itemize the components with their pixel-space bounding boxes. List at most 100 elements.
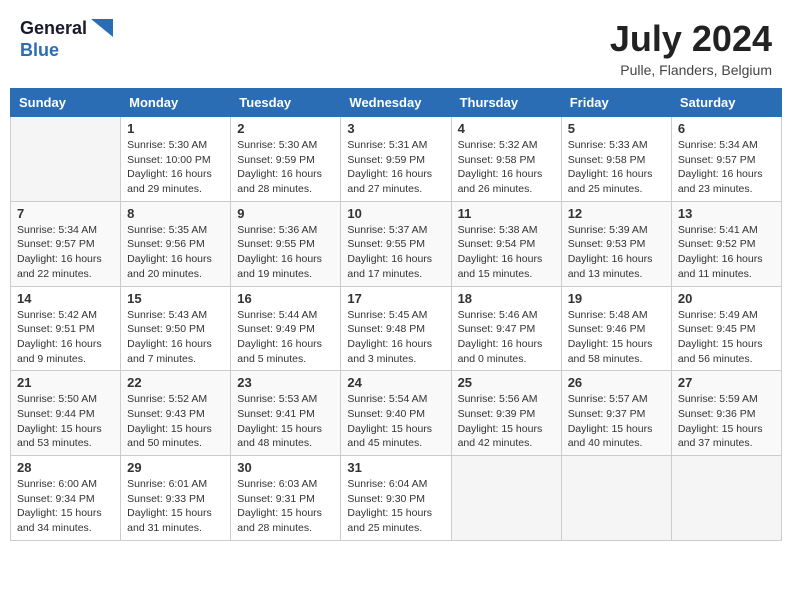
day-info: Sunrise: 6:03 AM Sunset: 9:31 PM Dayligh… [237,477,334,536]
day-info: Sunrise: 5:48 AM Sunset: 9:46 PM Dayligh… [568,308,665,367]
day-info: Sunrise: 5:50 AM Sunset: 9:44 PM Dayligh… [17,392,114,451]
title-block: July 2024 Pulle, Flanders, Belgium [610,18,772,78]
day-info: Sunrise: 5:42 AM Sunset: 9:51 PM Dayligh… [17,308,114,367]
day-number: 24 [347,375,444,390]
day-info: Sunrise: 5:49 AM Sunset: 9:45 PM Dayligh… [678,308,775,367]
table-row: 28Sunrise: 6:00 AM Sunset: 9:34 PM Dayli… [11,456,121,541]
logo: General Blue [20,18,113,61]
location: Pulle, Flanders, Belgium [610,62,772,78]
day-info: Sunrise: 5:53 AM Sunset: 9:41 PM Dayligh… [237,392,334,451]
day-info: Sunrise: 5:38 AM Sunset: 9:54 PM Dayligh… [458,223,555,282]
day-number: 9 [237,206,334,221]
day-info: Sunrise: 5:59 AM Sunset: 9:36 PM Dayligh… [678,392,775,451]
day-info: Sunrise: 5:34 AM Sunset: 9:57 PM Dayligh… [17,223,114,282]
day-info: Sunrise: 5:57 AM Sunset: 9:37 PM Dayligh… [568,392,665,451]
table-row: 9 Sunrise: 5:36 AM Sunset: 9:55 PM Daylig… [231,201,341,286]
table-row: 15 Sunrise: 5:43 AM Sunset: 9:50 PM Dayli… [121,286,231,371]
calendar-table: Sunday Monday Tuesday Wednesday Thursday… [10,88,782,541]
table-row: 21 Sunrise: 5:50 AM Sunset: 9:44 PM Dayli… [11,371,121,456]
table-row: 26 Sunrise: 5:57 AM Sunset: 9:37 PM Dayli… [561,371,671,456]
day-number: 4 [458,121,555,136]
table-row: 12 Sunrise: 5:39 AM Sunset: 9:53 PM Dayli… [561,201,671,286]
day-info: Sunrise: 5:36 AM Sunset: 9:55 PM Dayligh… [237,223,334,282]
day-info: Sunrise: 5:30 AM Sunset: 10:00 PM Daylig… [127,138,224,197]
table-row [451,456,561,541]
day-number: 27 [678,375,775,390]
day-info: Sunrise: 5:37 AM Sunset: 9:55 PM Dayligh… [347,223,444,282]
day-number: 18 [458,291,555,306]
day-number: 29 [127,460,224,475]
table-row: 29 Sunrise: 6:01 AM Sunset: 9:33 PM Dayli… [121,456,231,541]
day-info: Sunrise: 6:01 AM Sunset: 9:33 PM Dayligh… [127,477,224,536]
day-number: 10 [347,206,444,221]
day-number: 17 [347,291,444,306]
day-number: 25 [458,375,555,390]
day-number: 5 [568,121,665,136]
day-number: 2 [237,121,334,136]
day-info: Sunrise: 5:31 AM Sunset: 9:59 PM Dayligh… [347,138,444,197]
day-info: Sunrise: 5:39 AM Sunset: 9:53 PM Dayligh… [568,223,665,282]
table-row: 31 Sunrise: 6:04 AM Sunset: 9:30 PM Dayli… [341,456,451,541]
table-row: 22Sunrise: 5:52 AM Sunset: 9:43 PM Dayli… [121,371,231,456]
table-row: 16Sunrise: 5:44 AM Sunset: 9:49 PM Dayli… [231,286,341,371]
table-row [671,456,781,541]
day-number: 12 [568,206,665,221]
day-number: 3 [347,121,444,136]
calendar-week-3: 14 Sunrise: 5:42 AM Sunset: 9:51 PM Dayli… [11,286,782,371]
table-row: 19 Sunrise: 5:48 AM Sunset: 9:46 PM Dayli… [561,286,671,371]
table-row [11,117,121,202]
day-number: 16 [237,291,334,306]
day-info: Sunrise: 6:04 AM Sunset: 9:30 PM Dayligh… [347,477,444,536]
table-row: 20Sunrise: 5:49 AM Sunset: 9:45 PM Dayli… [671,286,781,371]
table-row: 2 Sunrise: 5:30 AM Sunset: 9:59 PM Daylig… [231,117,341,202]
calendar-week-2: 7Sunrise: 5:34 AM Sunset: 9:57 PM Daylig… [11,201,782,286]
day-number: 1 [127,121,224,136]
calendar-week-1: 1 Sunrise: 5:30 AM Sunset: 10:00 PM Dayli… [11,117,782,202]
day-info: Sunrise: 5:32 AM Sunset: 9:58 PM Dayligh… [458,138,555,197]
table-row: 27 Sunrise: 5:59 AM Sunset: 9:36 PM Dayli… [671,371,781,456]
day-number: 6 [678,121,775,136]
day-number: 13 [678,206,775,221]
day-number: 14 [17,291,114,306]
table-row: 1 Sunrise: 5:30 AM Sunset: 10:00 PM Dayli… [121,117,231,202]
day-info: Sunrise: 5:30 AM Sunset: 9:59 PM Dayligh… [237,138,334,197]
table-row: 7Sunrise: 5:34 AM Sunset: 9:57 PM Daylig… [11,201,121,286]
table-row: 30Sunrise: 6:03 AM Sunset: 9:31 PM Dayli… [231,456,341,541]
table-row: 17 Sunrise: 5:45 AM Sunset: 9:48 PM Dayli… [341,286,451,371]
table-row: 25 Sunrise: 5:56 AM Sunset: 9:39 PM Dayli… [451,371,561,456]
col-tuesday: Tuesday [231,89,341,117]
table-row: 10 Sunrise: 5:37 AM Sunset: 9:55 PM Dayli… [341,201,451,286]
table-row: 11 Sunrise: 5:38 AM Sunset: 9:54 PM Dayli… [451,201,561,286]
day-number: 15 [127,291,224,306]
col-saturday: Saturday [671,89,781,117]
day-info: Sunrise: 5:45 AM Sunset: 9:48 PM Dayligh… [347,308,444,367]
table-row: 3 Sunrise: 5:31 AM Sunset: 9:59 PM Daylig… [341,117,451,202]
day-number: 19 [568,291,665,306]
table-row: 6 Sunrise: 5:34 AM Sunset: 9:57 PM Daylig… [671,117,781,202]
col-friday: Friday [561,89,671,117]
col-sunday: Sunday [11,89,121,117]
day-number: 26 [568,375,665,390]
day-info: Sunrise: 5:41 AM Sunset: 9:52 PM Dayligh… [678,223,775,282]
calendar-week-5: 28Sunrise: 6:00 AM Sunset: 9:34 PM Dayli… [11,456,782,541]
day-number: 31 [347,460,444,475]
day-info: Sunrise: 5:34 AM Sunset: 9:57 PM Dayligh… [678,138,775,197]
day-info: Sunrise: 5:35 AM Sunset: 9:56 PM Dayligh… [127,223,224,282]
day-number: 23 [237,375,334,390]
day-number: 22 [127,375,224,390]
day-number: 21 [17,375,114,390]
table-row [561,456,671,541]
day-info: Sunrise: 6:00 AM Sunset: 9:34 PM Dayligh… [17,477,114,536]
day-info: Sunrise: 5:56 AM Sunset: 9:39 PM Dayligh… [458,392,555,451]
table-row: 24 Sunrise: 5:54 AM Sunset: 9:40 PM Dayli… [341,371,451,456]
calendar-week-4: 21 Sunrise: 5:50 AM Sunset: 9:44 PM Dayli… [11,371,782,456]
col-monday: Monday [121,89,231,117]
col-thursday: Thursday [451,89,561,117]
day-info: Sunrise: 5:54 AM Sunset: 9:40 PM Dayligh… [347,392,444,451]
day-number: 11 [458,206,555,221]
day-info: Sunrise: 5:43 AM Sunset: 9:50 PM Dayligh… [127,308,224,367]
day-number: 8 [127,206,224,221]
table-row: 13 Sunrise: 5:41 AM Sunset: 9:52 PM Dayli… [671,201,781,286]
table-row: 23 Sunrise: 5:53 AM Sunset: 9:41 PM Dayli… [231,371,341,456]
calendar-header-row: Sunday Monday Tuesday Wednesday Thursday… [11,89,782,117]
